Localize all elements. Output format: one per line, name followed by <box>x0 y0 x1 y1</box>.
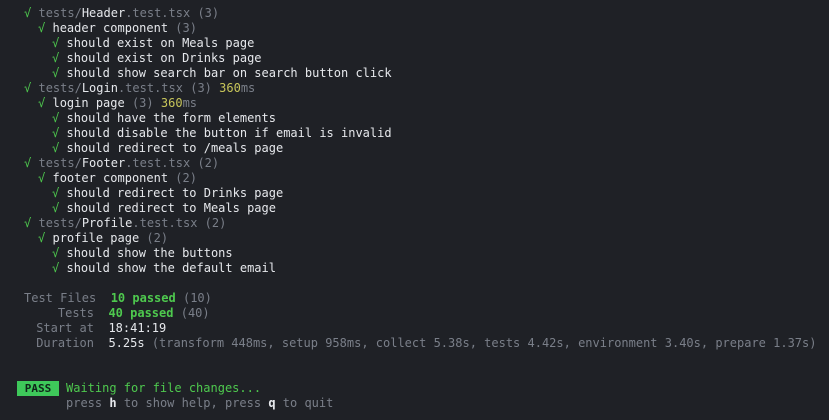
test-count: (3) <box>131 96 154 110</box>
test-duration: 360 <box>219 81 241 95</box>
check-icon: √ <box>38 21 46 35</box>
check-icon: √ <box>24 81 32 95</box>
help-text-3: to quit <box>275 396 334 410</box>
test-case-row: √ should redirect to /meals page <box>52 141 283 156</box>
file-name: Header <box>81 6 126 20</box>
test-suite-row: √ header component (3) <box>38 21 197 36</box>
test-files-label: Test Files <box>24 291 97 305</box>
test-case-row: √ should disable the button if email is … <box>52 126 392 141</box>
watch-status: Waiting for file changes... <box>66 381 262 395</box>
test-case-row: √ should exist on Meals page <box>52 36 254 51</box>
test-count: (3) <box>197 6 220 20</box>
test-case-row: √ should redirect to Drinks page <box>52 186 283 201</box>
test-count: (3) <box>175 21 197 35</box>
file-path-prefix: tests/ <box>38 216 82 230</box>
file-ext: .test.tsx <box>132 216 198 230</box>
duration-value: 5.25s <box>108 336 145 350</box>
test-count: (2) <box>197 156 220 170</box>
test-file-row: √ tests/Login.test.tsx (3) 360ms <box>24 81 255 96</box>
test-label: should exist on Meals page <box>66 36 255 50</box>
test-label: should exist on Drinks page <box>66 51 262 65</box>
suite-label: login page <box>52 96 125 110</box>
test-label: should show search bar on search button … <box>66 66 392 80</box>
help-hint: press h to show help, press q to quit <box>66 396 333 411</box>
check-icon: √ <box>52 141 60 155</box>
terminal-output: √ tests/Header.test.tsx (3) √ header comp… <box>0 0 829 420</box>
test-suite-row: √ profile page (2) <box>38 231 168 246</box>
file-path-prefix: tests/ <box>38 6 82 20</box>
check-icon: √ <box>52 186 60 200</box>
test-case-row: √ should exist on Drinks page <box>52 51 262 66</box>
tests-label: Tests <box>57 306 94 320</box>
duration-label: Duration <box>36 336 94 350</box>
test-label: should have the form elements <box>66 111 276 125</box>
check-icon: √ <box>52 246 60 260</box>
check-icon: √ <box>24 156 32 170</box>
check-icon: √ <box>52 111 60 125</box>
suite-label: profile page <box>52 231 140 245</box>
check-icon: √ <box>52 261 60 275</box>
file-name: Footer <box>81 156 126 170</box>
check-icon: √ <box>52 51 60 65</box>
test-case-row: √ should show the default email <box>52 261 276 276</box>
test-file-row: √ tests/Profile.test.tsx (2) <box>24 216 226 231</box>
check-icon: √ <box>52 36 60 50</box>
suite-label: footer component <box>52 171 169 185</box>
test-label: should redirect to Drinks page <box>66 186 284 200</box>
check-icon: √ <box>24 6 32 20</box>
pass-badge: PASS <box>17 381 59 396</box>
test-label: should show the buttons <box>66 246 233 260</box>
tests-total: (40) <box>180 306 210 320</box>
summary-tests: Tests 40 passed (40) <box>24 306 210 321</box>
test-case-row: √ should show search bar on search butto… <box>52 66 392 81</box>
help-key[interactable]: h <box>109 396 116 410</box>
start-label: Start at <box>36 321 94 335</box>
check-icon: √ <box>24 216 32 230</box>
test-file-row: √ tests/Footer.test.tsx (2) <box>24 156 219 171</box>
file-name: Login <box>81 81 118 95</box>
test-count: (2) <box>204 216 227 230</box>
duration-detail: (transform 448ms, setup 958ms, collect 5… <box>151 336 817 350</box>
test-suite-row: √ footer component (2) <box>38 171 197 186</box>
file-ext: .test.tsx <box>125 156 191 170</box>
test-duration-unit: ms <box>182 96 198 110</box>
test-file-row: √ tests/Header.test.tsx (3) <box>24 6 219 21</box>
check-icon: √ <box>38 171 46 185</box>
test-case-row: √ should have the form elements <box>52 111 276 126</box>
suite-label: header component <box>52 21 169 35</box>
check-icon: √ <box>38 231 46 245</box>
check-icon: √ <box>52 201 60 215</box>
summary-start: Start at 18:41:19 <box>24 321 166 336</box>
test-label: should show the default email <box>66 261 276 275</box>
check-icon: √ <box>52 126 60 140</box>
summary-duration: Duration 5.25s (transform 448ms, setup 9… <box>24 336 816 351</box>
test-count: (3) <box>190 81 212 95</box>
tests-value: 40 passed <box>108 306 174 320</box>
test-label: should redirect to /meals page <box>66 141 284 155</box>
test-duration-unit: ms <box>240 81 256 95</box>
summary-test-files: Test Files 10 passed (10) <box>24 291 212 306</box>
test-count: (2) <box>146 231 169 245</box>
start-value: 18:41:19 <box>108 321 167 335</box>
test-count: (2) <box>175 171 197 185</box>
check-icon: √ <box>38 96 46 110</box>
test-label: should redirect to Meals page <box>66 201 276 215</box>
help-text-1: press <box>66 396 110 410</box>
test-files-value: 10 passed <box>110 291 176 305</box>
file-path-prefix: tests/ <box>38 156 82 170</box>
test-case-row: √ should show the buttons <box>52 246 233 261</box>
file-path-prefix: tests/ <box>38 81 82 95</box>
test-label: should disable the button if email is in… <box>66 126 392 140</box>
help-text-2: to show help, press <box>116 396 269 410</box>
check-icon: √ <box>52 66 60 80</box>
test-files-total: (10) <box>182 291 212 305</box>
test-case-row: √ should redirect to Meals page <box>52 201 276 216</box>
file-ext: .test.tsx <box>125 6 191 20</box>
quit-key[interactable]: q <box>268 396 275 410</box>
test-duration: 360 <box>160 96 183 110</box>
test-suite-row: √ login page (3) 360ms <box>38 96 197 111</box>
file-ext: .test.tsx <box>117 81 183 95</box>
file-name: Profile <box>81 216 133 230</box>
